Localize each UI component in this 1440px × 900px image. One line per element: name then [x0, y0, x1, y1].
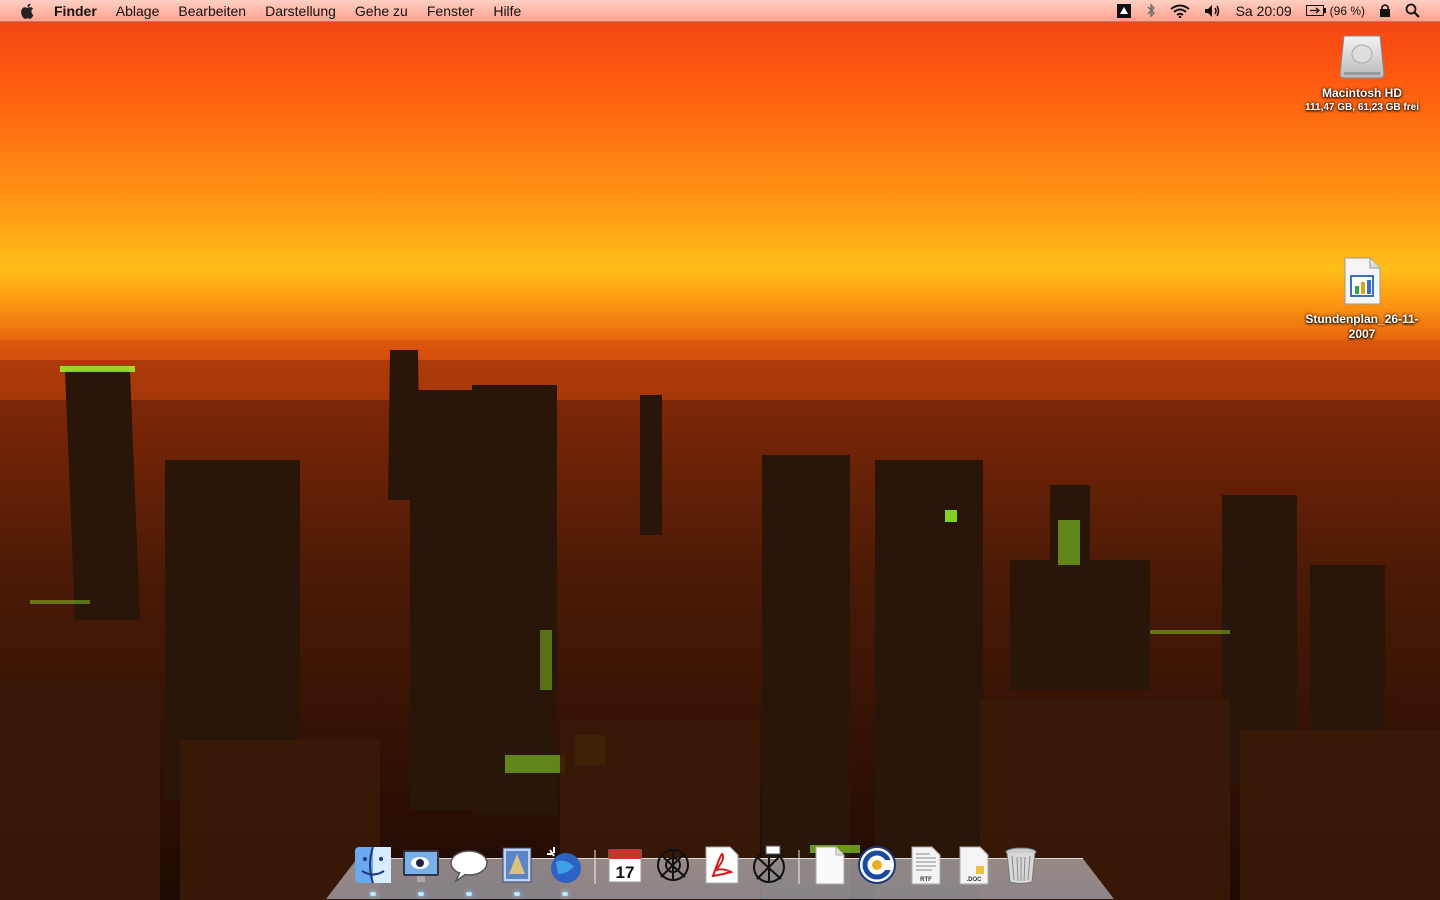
document-icon: [815, 846, 845, 885]
dock-item-app[interactable]: [652, 844, 694, 886]
dock-separator: [798, 850, 800, 884]
dock-item-doc-document[interactable]: .DOC: [952, 844, 994, 886]
wifi-icon[interactable]: [1169, 4, 1190, 18]
menu-ablage[interactable]: Ablage: [116, 3, 160, 19]
dock-item-rtf-document[interactable]: RTF: [904, 844, 946, 886]
app-icon-2: [753, 845, 785, 883]
running-indicator: [514, 892, 520, 896]
menu-app-finder[interactable]: Finder: [54, 3, 97, 19]
bluetooth-icon[interactable]: [1146, 3, 1156, 18]
menu-fenster[interactable]: Fenster: [427, 3, 474, 19]
dock-item-acrobat[interactable]: [700, 844, 742, 886]
ichat-icon: [450, 850, 488, 884]
menu-gehe-zu[interactable]: Gehe zu: [355, 3, 408, 19]
rtf-document-icon: RTF: [911, 846, 941, 885]
city-skyline-wallpaper: [0, 340, 1440, 900]
rtf-label: RTF: [920, 877, 932, 883]
hard-drive-icon: [1339, 35, 1385, 79]
finder-icon: [355, 846, 391, 884]
macintosh-hd-label: Macintosh HD: [1321, 86, 1402, 100]
ical-icon: 17: [608, 849, 642, 883]
clock[interactable]: Sa 20:09: [1236, 3, 1292, 19]
ical-day-number: 17: [616, 863, 635, 882]
battery-status[interactable]: (96 %): [1305, 3, 1365, 18]
doc-label: .DOC: [967, 877, 983, 883]
running-indicator: [418, 892, 424, 896]
apple-menu-icon[interactable]: [18, 2, 38, 20]
running-indicator: [370, 892, 376, 896]
dock-item-browser[interactable]: [544, 844, 586, 896]
desktop-icon-stundenplan[interactable]: Stundenplan_26-11- 2007: [1292, 256, 1432, 342]
dock-item-finder[interactable]: [352, 844, 394, 896]
dock-separator: [594, 850, 596, 884]
browser-icon: [547, 847, 581, 883]
macintosh-hd-capacity: 111,47 GB, 61,23 GB frei: [1305, 102, 1419, 113]
spreadsheet-document-icon: [1344, 257, 1381, 305]
dock-item-trash[interactable]: [1000, 844, 1042, 886]
acrobat-icon: [705, 846, 739, 884]
dock-item-ical[interactable]: 17: [604, 844, 646, 886]
desktop-icon-macintosh-hd[interactable]: Macintosh HD 111,47 GB, 61,23 GB frei: [1292, 30, 1432, 114]
menu-extras: Sa 20:09 (96 %): [1116, 0, 1440, 21]
menu-bar: Finder Ablage Bearbeiten Darstellung Geh…: [0, 0, 1440, 22]
trash-icon: [1005, 847, 1037, 884]
stundenplan-label-line1: Stundenplan_26-11-: [1305, 312, 1419, 326]
menu-extra-icon[interactable]: [1116, 3, 1132, 19]
battery-icon: [1305, 5, 1326, 16]
doc-document-icon: .DOC: [959, 846, 989, 885]
app-c-icon: [858, 846, 896, 884]
dock-item-mail[interactable]: [496, 844, 538, 896]
mail-icon: [502, 847, 532, 883]
dock: 17 RTF .DOC: [352, 840, 1048, 896]
stundenplan-label-line2: 2007: [1348, 327, 1376, 341]
dock-item-app-c[interactable]: [856, 844, 898, 886]
app-icon: [657, 849, 689, 881]
dashboard-icon: [403, 850, 439, 882]
dock-item-document[interactable]: [808, 844, 850, 886]
menu-hilfe[interactable]: Hilfe: [493, 3, 521, 19]
running-indicator: [466, 892, 472, 896]
dock-item-ichat[interactable]: [448, 844, 490, 896]
dock-item-dashboard[interactable]: [400, 844, 442, 896]
menu-darstellung[interactable]: Darstellung: [265, 3, 336, 19]
dock-item-app-2[interactable]: [748, 844, 790, 886]
lock-icon[interactable]: [1379, 3, 1391, 18]
spotlight-search-icon[interactable]: [1405, 3, 1420, 18]
battery-percent: (96 %): [1329, 3, 1365, 18]
menu-bearbeiten[interactable]: Bearbeiten: [178, 3, 246, 19]
running-indicator: [562, 892, 568, 896]
volume-icon[interactable]: [1204, 4, 1222, 18]
